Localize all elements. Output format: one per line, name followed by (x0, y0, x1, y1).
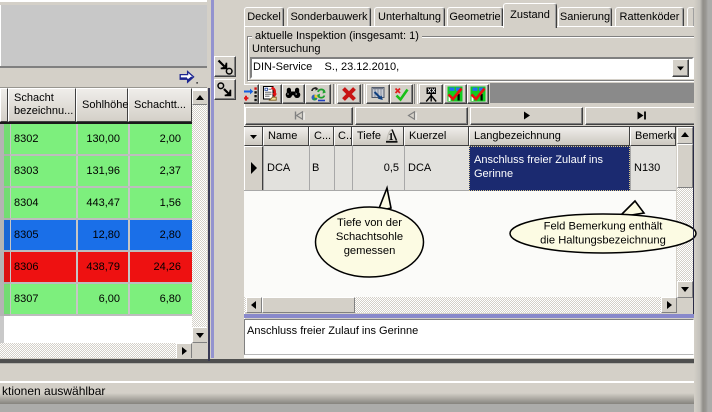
svg-text:Tiefe von der: Tiefe von der (337, 217, 402, 229)
svg-text:die Haltungsbezeichnung: die Haltungsbezeichnung (540, 235, 666, 247)
svg-text:Feld Bemerkung enthält: Feld Bemerkung enthält (544, 221, 664, 233)
svg-text:Schachtsohle: Schachtsohle (336, 231, 403, 243)
svg-text:1: 1 (388, 132, 393, 143)
svg-text:gemessen: gemessen (344, 245, 396, 257)
